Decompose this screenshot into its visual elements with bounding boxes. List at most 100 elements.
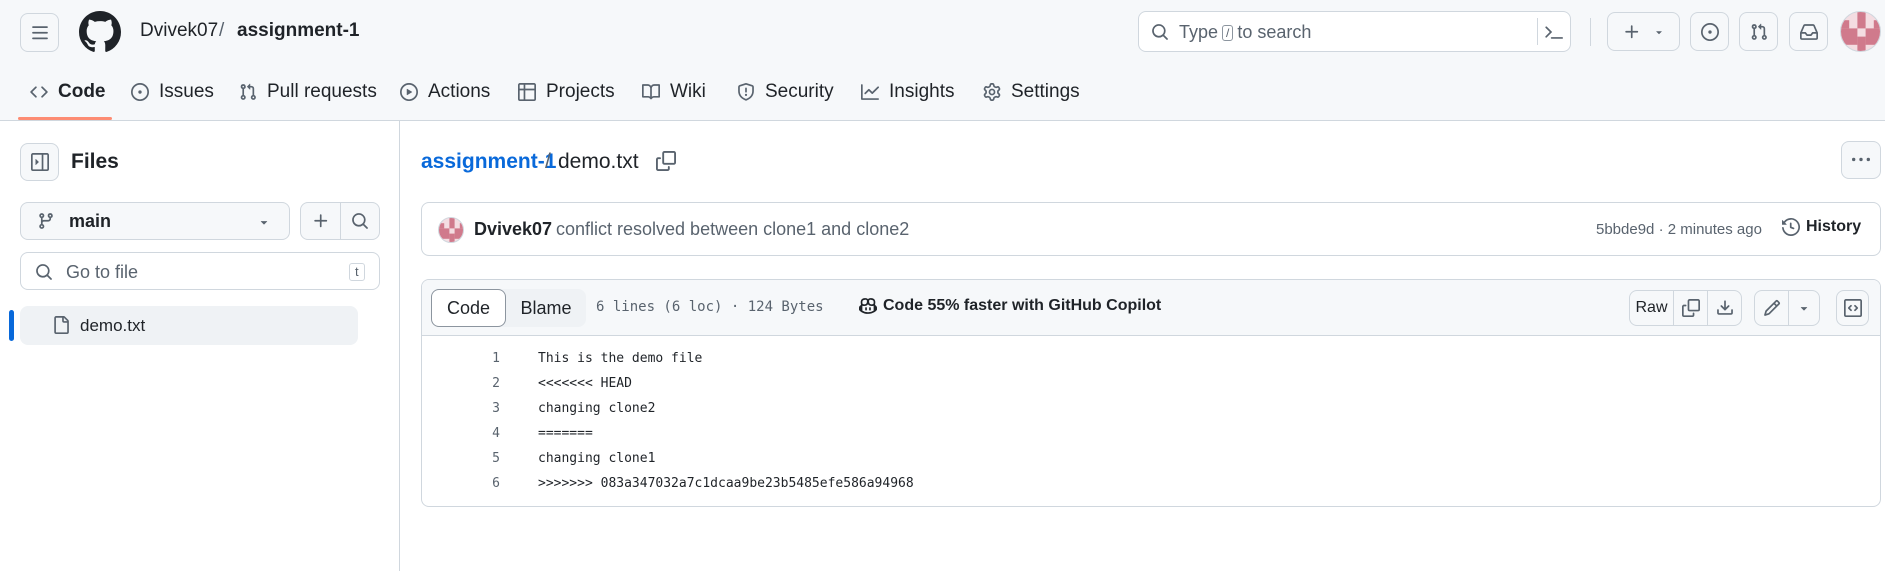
copy-icon [1681, 299, 1700, 317]
code-view-button[interactable]: Code [431, 289, 506, 327]
tab-insights[interactable]: Insights [861, 78, 954, 106]
plus-icon [1624, 24, 1638, 38]
selected-file-marker [9, 310, 14, 341]
file-path-repo-link[interactable]: assignment-1 [421, 150, 556, 174]
branch-name: main [69, 210, 112, 231]
line-number[interactable]: 4 [462, 426, 500, 441]
code-line: 2 <<<<<<< HEAD [422, 371, 1880, 396]
breadcrumb-owner[interactable]: Dvivek07 [140, 20, 218, 42]
search-input[interactable]: Type / to search [1138, 11, 1571, 52]
tab-projects[interactable]: Projects [518, 78, 615, 106]
file-icon [54, 316, 69, 334]
commit-message[interactable]: conflict resolved between clone1 and clo… [556, 219, 909, 240]
go-to-file-input[interactable]: Go to file t [20, 252, 380, 290]
git-pull-request-icon [1751, 23, 1767, 40]
issue-opened-icon [1700, 22, 1719, 41]
tab-wiki[interactable]: Wiki [642, 78, 706, 106]
add-file-button[interactable] [300, 202, 341, 240]
search-icon [1152, 24, 1168, 40]
graph-icon [861, 84, 879, 100]
search-shortcut-key: / [1222, 24, 1234, 41]
search-icon [352, 213, 368, 229]
symbols-panel-button[interactable] [1836, 290, 1869, 326]
file-tree-item[interactable]: demo.txt [20, 306, 358, 345]
identicon-avatar [439, 218, 463, 242]
code-icon [30, 86, 48, 98]
play-icon [400, 83, 418, 101]
tab-code[interactable]: Code [30, 78, 106, 106]
tab-actions[interactable]: Actions [400, 78, 490, 106]
commit-author-avatar[interactable] [438, 217, 464, 243]
line-content: <<<<<<< HEAD [538, 376, 632, 391]
table-icon [518, 83, 536, 101]
raw-button[interactable]: Raw [1629, 290, 1674, 326]
code-line: 6 >>>>>>> 083a347032a7c1dcaa9be23b5485ef… [422, 471, 1880, 496]
search-divider [1537, 18, 1538, 45]
copy-raw-button[interactable] [1673, 290, 1708, 326]
collapse-file-tree-button[interactable] [20, 143, 59, 181]
tab-pull-requests[interactable]: Pull requests [239, 78, 377, 106]
code-square-icon [1843, 299, 1862, 317]
header-divider [1590, 18, 1591, 46]
github-logo-link[interactable] [79, 11, 121, 53]
identicon-avatar [1841, 12, 1880, 51]
global-header: Dvivek07 / assignment-1 Type / to search [0, 0, 1885, 121]
history-icon [1782, 218, 1800, 236]
plus-icon [313, 214, 327, 228]
kebab-horizontal-icon [1852, 157, 1870, 162]
copilot-promo-link[interactable]: Code 55% faster with GitHub Copilot [859, 297, 1161, 315]
go-to-file-shortcut: t [349, 263, 365, 281]
tab-issues[interactable]: Issues [131, 78, 214, 106]
line-content: This is the demo file [538, 351, 703, 366]
open-global-nav-button[interactable] [20, 13, 59, 52]
breadcrumb-repo[interactable]: assignment-1 [237, 20, 359, 42]
issue-opened-icon [131, 83, 149, 101]
download-icon [1716, 300, 1733, 315]
commit-author[interactable]: Dvivek07 [474, 219, 552, 240]
git-pull-request-icon [240, 83, 256, 100]
file-meta-info: 6 lines (6 loc) · 124 Bytes [596, 299, 824, 315]
search-files-button[interactable] [340, 202, 380, 240]
github-mark-icon [79, 11, 121, 52]
line-content: changing clone2 [538, 401, 656, 416]
commit-sha-time[interactable]: 5bbde9d · 2 minutes ago [1596, 221, 1762, 238]
file-tree-item-label: demo.txt [80, 316, 146, 335]
more-options-button[interactable] [1841, 141, 1881, 179]
inbox-button[interactable] [1789, 12, 1828, 51]
command-palette-icon[interactable] [1545, 23, 1563, 41]
issues-button[interactable] [1690, 12, 1729, 51]
edit-file-button[interactable] [1754, 290, 1789, 326]
pencil-icon [1763, 300, 1780, 316]
user-avatar[interactable] [1840, 11, 1881, 52]
branch-selector[interactable]: main [20, 202, 290, 240]
sidebar-collapse-icon [30, 153, 49, 171]
git-branch-icon [39, 213, 53, 229]
line-number[interactable]: 5 [462, 451, 500, 466]
active-tab-indicator [18, 117, 112, 120]
shield-icon [738, 83, 754, 101]
file-path-separator: / [545, 150, 551, 173]
download-raw-button[interactable] [1707, 290, 1742, 326]
tab-security[interactable]: Security [737, 78, 834, 106]
line-number[interactable]: 3 [462, 401, 500, 416]
line-number[interactable]: 6 [462, 476, 500, 491]
search-icon [36, 264, 52, 280]
blame-view-button[interactable]: Blame [506, 289, 586, 327]
code-lines: 1 This is the demo file 2 <<<<<<< HEAD 3… [422, 346, 1880, 496]
triangle-down-icon [1800, 307, 1808, 311]
line-number[interactable]: 1 [462, 351, 500, 366]
history-button[interactable]: History [1782, 218, 1861, 236]
sidebar-divider [399, 121, 400, 571]
tab-settings[interactable]: Settings [983, 78, 1080, 106]
code-line: 4 ======= [422, 421, 1880, 446]
file-viewer: Code Blame 6 lines (6 loc) · 124 Bytes C… [421, 279, 1881, 507]
pull-requests-button[interactable] [1739, 12, 1778, 51]
files-heading: Files [71, 150, 119, 173]
triangle-down-icon [260, 221, 268, 225]
edit-options-dropdown[interactable] [1788, 290, 1820, 326]
search-placeholder: Type / to search [1179, 22, 1312, 42]
copy-path-icon[interactable] [656, 151, 676, 171]
file-path-filename: demo.txt [558, 150, 639, 173]
line-number[interactable]: 2 [462, 376, 500, 391]
create-new-button[interactable] [1607, 12, 1680, 51]
